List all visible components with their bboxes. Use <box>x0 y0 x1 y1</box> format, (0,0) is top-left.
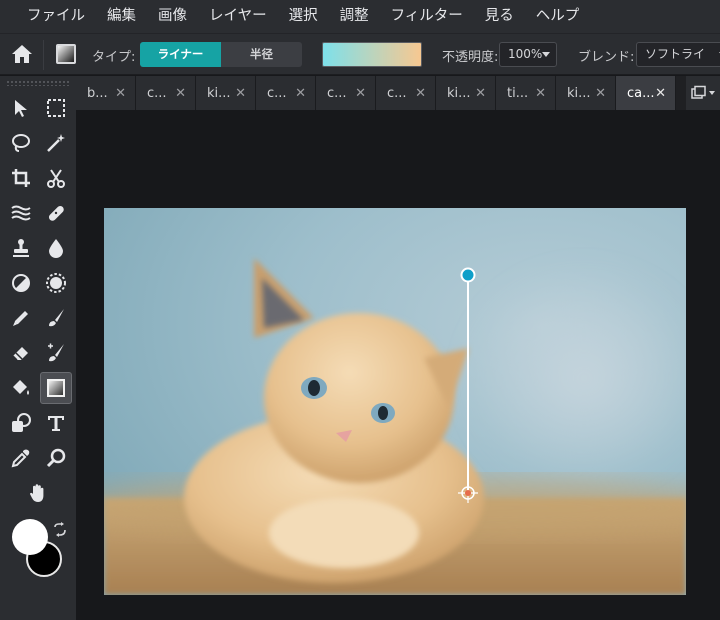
dodge-tool-icon[interactable] <box>5 267 37 299</box>
window-arrange-icon[interactable] <box>686 76 720 110</box>
tab-label: ki... <box>207 85 231 101</box>
zoom-tool-icon[interactable] <box>40 442 72 474</box>
gradient-tool-preview-icon[interactable] <box>56 44 76 64</box>
gradient-type-toggle: ライナー 半径 <box>140 42 302 67</box>
gradient-tool-icon[interactable] <box>40 372 72 404</box>
gradient-swatch[interactable] <box>322 42 422 67</box>
shape-tool-icon[interactable] <box>5 407 37 439</box>
replace-color-tool-icon[interactable] <box>40 337 72 369</box>
type-label: タイプ: <box>92 50 136 65</box>
close-icon[interactable]: ✕ <box>295 86 306 101</box>
pencil-tool-icon[interactable] <box>5 302 37 334</box>
document-tab[interactable]: ti... ✕ <box>496 76 556 110</box>
document-tab[interactable]: ki... ✕ <box>436 76 496 110</box>
opacity-value: 100% <box>508 47 543 61</box>
close-icon[interactable]: ✕ <box>595 86 606 101</box>
tab-label: ti... <box>507 85 529 101</box>
lasso-tool-icon[interactable] <box>5 127 37 159</box>
menu-bar: ファイル 編集 画像 レイヤー 選択 調整 フィルター 見る ヘルプ <box>0 0 720 33</box>
opacity-dropdown[interactable]: 100% <box>499 42 557 67</box>
options-bar: タイプ: ライナー 半径 不透明度: 100% ブレンド: ソフトライ <box>0 33 720 75</box>
close-icon[interactable]: ✕ <box>475 86 486 101</box>
liquify-tool-icon[interactable] <box>5 197 37 229</box>
text-tool-icon[interactable] <box>40 407 72 439</box>
healing-tool-icon[interactable] <box>40 197 72 229</box>
menu-select[interactable]: 選択 <box>278 0 329 33</box>
document-tab[interactable]: c... ✕ <box>136 76 196 110</box>
brush-tool-icon[interactable] <box>40 302 72 334</box>
kitten-photo <box>104 208 686 595</box>
close-icon[interactable]: ✕ <box>535 86 546 101</box>
close-icon[interactable]: ✕ <box>235 86 246 101</box>
menu-file[interactable]: ファイル <box>16 0 96 33</box>
document-tab[interactable]: c... ✕ <box>376 76 436 110</box>
type-linear-button[interactable]: ライナー <box>140 42 221 67</box>
tab-label: c... <box>147 85 167 101</box>
foreground-color-swatch[interactable] <box>12 519 48 555</box>
tab-label: ki... <box>567 85 591 101</box>
tab-label: c... <box>387 85 407 101</box>
image-canvas[interactable] <box>104 208 686 595</box>
tab-label: c... <box>327 85 347 101</box>
document-tab-active[interactable]: ca... ✕ <box>616 76 676 110</box>
opacity-label: 不透明度: <box>442 50 499 65</box>
menu-layer[interactable]: レイヤー <box>198 0 278 33</box>
tab-label: ki... <box>447 85 471 101</box>
document-tab[interactable]: ki... ✕ <box>556 76 616 110</box>
tab-label: ca... <box>627 85 655 101</box>
sponge-tool-icon[interactable] <box>40 267 72 299</box>
move-tool-icon[interactable] <box>5 92 37 124</box>
blend-value: ソフトライ <box>645 47 706 61</box>
tab-label: b... <box>87 85 108 101</box>
scissors-tool-icon[interactable] <box>40 162 72 194</box>
menu-view[interactable]: 見る <box>474 0 525 33</box>
eraser-tool-icon[interactable] <box>5 337 37 369</box>
tab-label: c... <box>267 85 287 101</box>
chevron-down-icon <box>542 52 550 57</box>
type-radial-button[interactable]: 半径 <box>221 42 302 67</box>
stamp-tool-icon[interactable] <box>5 232 37 264</box>
blend-dropdown[interactable]: ソフトライ <box>636 42 720 67</box>
workspace <box>76 110 720 620</box>
menu-help[interactable]: ヘルプ <box>525 0 591 33</box>
home-icon[interactable] <box>10 43 34 65</box>
crop-tool-icon[interactable] <box>5 162 37 194</box>
panel-grip[interactable] <box>6 80 70 86</box>
close-icon[interactable]: ✕ <box>115 86 126 101</box>
document-tab[interactable]: ki... ✕ <box>196 76 256 110</box>
paint-bucket-tool-icon[interactable] <box>5 372 37 404</box>
blur-tool-icon[interactable] <box>40 232 72 264</box>
document-tab[interactable]: b... ✕ <box>76 76 136 110</box>
close-icon[interactable]: ✕ <box>655 86 666 101</box>
close-icon[interactable]: ✕ <box>415 86 426 101</box>
options-separator <box>43 40 44 70</box>
blend-label: ブレンド: <box>578 50 635 65</box>
menu-adjust[interactable]: 調整 <box>329 0 380 33</box>
magic-wand-tool-icon[interactable] <box>40 127 72 159</box>
document-tab[interactable]: c... ✕ <box>316 76 376 110</box>
document-tab[interactable]: c... ✕ <box>256 76 316 110</box>
close-icon[interactable]: ✕ <box>355 86 366 101</box>
marquee-tool-icon[interactable] <box>40 92 72 124</box>
document-tabs: b... ✕ c... ✕ ki... ✕ c... ✕ c... ✕ c... ✕ ki.… <box>76 76 720 110</box>
menu-edit[interactable]: 編集 <box>96 0 147 33</box>
menu-filter[interactable]: フィルター <box>380 0 474 33</box>
swap-colors-icon[interactable] <box>52 522 68 538</box>
close-icon[interactable]: ✕ <box>175 86 186 101</box>
menu-image[interactable]: 画像 <box>147 0 198 33</box>
tool-panel <box>0 76 76 620</box>
hand-tool-icon[interactable] <box>22 477 54 509</box>
eyedropper-tool-icon[interactable] <box>5 442 37 474</box>
